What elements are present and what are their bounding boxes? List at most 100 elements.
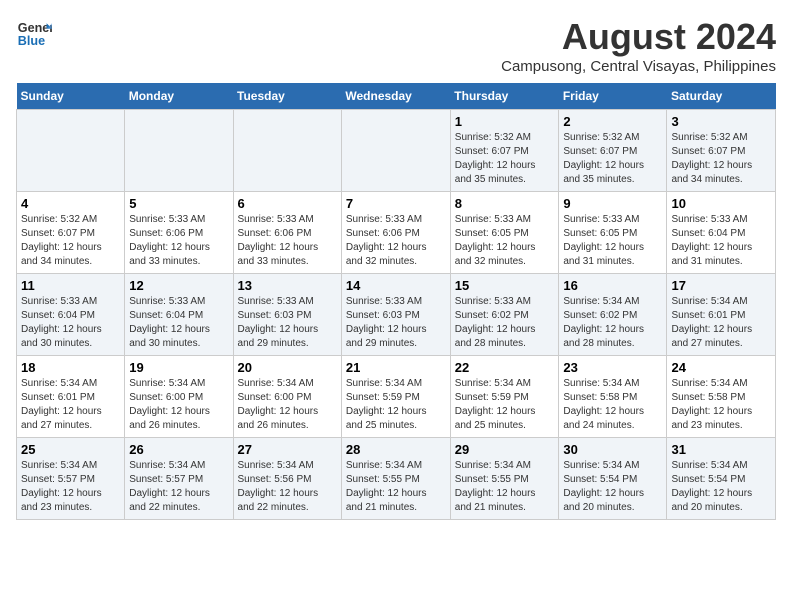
calendar-cell: 11 Sunrise: 5:33 AM Sunset: 6:04 PM Dayli… <box>17 274 125 356</box>
day-info: Sunrise: 5:34 AM Sunset: 5:54 PM Dayligh… <box>563 459 662 515</box>
day-info: Sunrise: 5:34 AM Sunset: 5:54 PM Dayligh… <box>671 459 771 515</box>
calendar-cell: 15 Sunrise: 5:33 AM Sunset: 6:02 PM Dayli… <box>450 274 559 356</box>
day-number: 14 <box>346 278 446 293</box>
calendar-cell: 19 Sunrise: 5:34 AM Sunset: 6:00 PM Dayli… <box>125 356 233 438</box>
calendar-cell: 16 Sunrise: 5:34 AM Sunset: 6:02 PM Dayli… <box>559 274 667 356</box>
calendar-week-row: 1 Sunrise: 5:32 AM Sunset: 6:07 PM Daylig… <box>17 110 776 192</box>
calendar-cell: 13 Sunrise: 5:33 AM Sunset: 6:03 PM Dayli… <box>233 274 341 356</box>
day-number: 22 <box>455 360 555 375</box>
day-number: 7 <box>346 196 446 211</box>
calendar-cell: 25 Sunrise: 5:34 AM Sunset: 5:57 PM Dayli… <box>17 438 125 520</box>
day-info: Sunrise: 5:34 AM Sunset: 6:01 PM Dayligh… <box>21 377 120 433</box>
day-number: 31 <box>671 442 771 457</box>
day-info: Sunrise: 5:34 AM Sunset: 5:56 PM Dayligh… <box>238 459 337 515</box>
day-info: Sunrise: 5:34 AM Sunset: 5:59 PM Dayligh… <box>455 377 555 433</box>
day-number: 12 <box>129 278 228 293</box>
calendar-cell: 10 Sunrise: 5:33 AM Sunset: 6:04 PM Dayli… <box>667 192 776 274</box>
day-number: 5 <box>129 196 228 211</box>
logo: General Blue <box>16 16 52 52</box>
day-info: Sunrise: 5:34 AM Sunset: 6:02 PM Dayligh… <box>563 295 662 351</box>
svg-text:Blue: Blue <box>18 34 45 48</box>
day-number: 15 <box>455 278 555 293</box>
day-info: Sunrise: 5:33 AM Sunset: 6:05 PM Dayligh… <box>455 213 555 269</box>
day-number: 6 <box>238 196 337 211</box>
day-info: Sunrise: 5:33 AM Sunset: 6:02 PM Dayligh… <box>455 295 555 351</box>
calendar-cell: 4 Sunrise: 5:32 AM Sunset: 6:07 PM Daylig… <box>17 192 125 274</box>
day-number: 26 <box>129 442 228 457</box>
day-info: Sunrise: 5:34 AM Sunset: 5:55 PM Dayligh… <box>346 459 446 515</box>
day-number: 4 <box>21 196 120 211</box>
day-info: Sunrise: 5:34 AM Sunset: 6:00 PM Dayligh… <box>238 377 337 433</box>
day-info: Sunrise: 5:34 AM Sunset: 5:57 PM Dayligh… <box>129 459 228 515</box>
calendar-cell: 27Sunrise: 5:34 AM Sunset: 5:56 PM Dayli… <box>233 438 341 520</box>
day-number: 11 <box>21 278 120 293</box>
day-info: Sunrise: 5:34 AM Sunset: 5:55 PM Dayligh… <box>455 459 555 515</box>
day-number: 25 <box>21 442 120 457</box>
calendar-cell: 1Sunrise: 5:32 AM Sunset: 6:07 PM Daylig… <box>450 110 559 192</box>
calendar-cell <box>341 110 450 192</box>
calendar-cell: 23Sunrise: 5:34 AM Sunset: 5:58 PM Dayli… <box>559 356 667 438</box>
calendar-header-row: SundayMondayTuesdayWednesdayThursdayFrid… <box>17 83 776 110</box>
calendar-cell: 3 Sunrise: 5:32 AM Sunset: 6:07 PM Daylig… <box>667 110 776 192</box>
header: General Blue August 2024 Campusong, Cent… <box>16 16 776 75</box>
day-number: 1 <box>455 114 555 129</box>
day-info: Sunrise: 5:32 AM Sunset: 6:07 PM Dayligh… <box>671 131 771 187</box>
day-info: Sunrise: 5:33 AM Sunset: 6:04 PM Dayligh… <box>671 213 771 269</box>
calendar-cell <box>233 110 341 192</box>
day-number: 2 <box>563 114 662 129</box>
calendar-table: SundayMondayTuesdayWednesdayThursdayFrid… <box>16 83 776 520</box>
day-number: 9 <box>563 196 662 211</box>
day-number: 16 <box>563 278 662 293</box>
calendar-cell: 21Sunrise: 5:34 AM Sunset: 5:59 PM Dayli… <box>341 356 450 438</box>
day-number: 19 <box>129 360 228 375</box>
day-of-week-header: Monday <box>125 83 233 110</box>
day-of-week-header: Friday <box>559 83 667 110</box>
calendar-cell: 31 Sunrise: 5:34 AM Sunset: 5:54 PM Dayli… <box>667 438 776 520</box>
day-number: 10 <box>671 196 771 211</box>
calendar-cell: 9 Sunrise: 5:33 AM Sunset: 6:05 PM Daylig… <box>559 192 667 274</box>
day-number: 30 <box>563 442 662 457</box>
day-info: Sunrise: 5:34 AM Sunset: 6:00 PM Dayligh… <box>129 377 228 433</box>
calendar-cell: 20 Sunrise: 5:34 AM Sunset: 6:00 PM Dayli… <box>233 356 341 438</box>
calendar-cell: 30 Sunrise: 5:34 AM Sunset: 5:54 PM Dayli… <box>559 438 667 520</box>
day-info: Sunrise: 5:33 AM Sunset: 6:03 PM Dayligh… <box>346 295 446 351</box>
day-info: Sunrise: 5:32 AM Sunset: 6:07 PM Dayligh… <box>21 213 120 269</box>
calendar-week-row: 4 Sunrise: 5:32 AM Sunset: 6:07 PM Daylig… <box>17 192 776 274</box>
day-of-week-header: Wednesday <box>341 83 450 110</box>
day-info: Sunrise: 5:34 AM Sunset: 5:58 PM Dayligh… <box>563 377 662 433</box>
day-info: Sunrise: 5:33 AM Sunset: 6:06 PM Dayligh… <box>238 213 337 269</box>
calendar-week-row: 11 Sunrise: 5:33 AM Sunset: 6:04 PM Dayli… <box>17 274 776 356</box>
calendar-cell: 12Sunrise: 5:33 AM Sunset: 6:04 PM Dayli… <box>125 274 233 356</box>
calendar-cell: 29Sunrise: 5:34 AM Sunset: 5:55 PM Dayli… <box>450 438 559 520</box>
calendar-cell <box>125 110 233 192</box>
calendar-cell: 18Sunrise: 5:34 AM Sunset: 6:01 PM Dayli… <box>17 356 125 438</box>
day-number: 13 <box>238 278 337 293</box>
calendar-week-row: 25 Sunrise: 5:34 AM Sunset: 5:57 PM Dayli… <box>17 438 776 520</box>
subtitle: Campusong, Central Visayas, Philippines <box>501 58 776 75</box>
day-info: Sunrise: 5:33 AM Sunset: 6:06 PM Dayligh… <box>129 213 228 269</box>
day-info: Sunrise: 5:34 AM Sunset: 5:57 PM Dayligh… <box>21 459 120 515</box>
calendar-cell: 6 Sunrise: 5:33 AM Sunset: 6:06 PM Daylig… <box>233 192 341 274</box>
calendar-cell <box>17 110 125 192</box>
calendar-body: 1 Sunrise: 5:32 AM Sunset: 6:07 PM Daylig… <box>17 110 776 520</box>
day-of-week-header: Tuesday <box>233 83 341 110</box>
title-area: August 2024 Campusong, Central Visayas, … <box>501 16 776 75</box>
day-info: Sunrise: 5:33 AM Sunset: 6:05 PM Dayligh… <box>563 213 662 269</box>
day-info: Sunrise: 5:34 AM Sunset: 5:58 PM Dayligh… <box>671 377 771 433</box>
day-info: Sunrise: 5:34 AM Sunset: 6:01 PM Dayligh… <box>671 295 771 351</box>
day-info: Sunrise: 5:33 AM Sunset: 6:03 PM Dayligh… <box>238 295 337 351</box>
day-number: 28 <box>346 442 446 457</box>
day-number: 17 <box>671 278 771 293</box>
day-number: 3 <box>671 114 771 129</box>
main-title: August 2024 <box>501 16 776 58</box>
calendar-cell: 17 Sunrise: 5:34 AM Sunset: 6:01 PM Dayli… <box>667 274 776 356</box>
day-info: Sunrise: 5:33 AM Sunset: 6:04 PM Dayligh… <box>21 295 120 351</box>
calendar-cell: 14 Sunrise: 5:33 AM Sunset: 6:03 PM Dayli… <box>341 274 450 356</box>
day-number: 20 <box>238 360 337 375</box>
day-number: 21 <box>346 360 446 375</box>
calendar-cell: 5 Sunrise: 5:33 AM Sunset: 6:06 PM Daylig… <box>125 192 233 274</box>
day-of-week-header: Sunday <box>17 83 125 110</box>
logo-icon: General Blue <box>16 16 52 52</box>
day-info: Sunrise: 5:33 AM Sunset: 6:06 PM Dayligh… <box>346 213 446 269</box>
day-number: 8 <box>455 196 555 211</box>
